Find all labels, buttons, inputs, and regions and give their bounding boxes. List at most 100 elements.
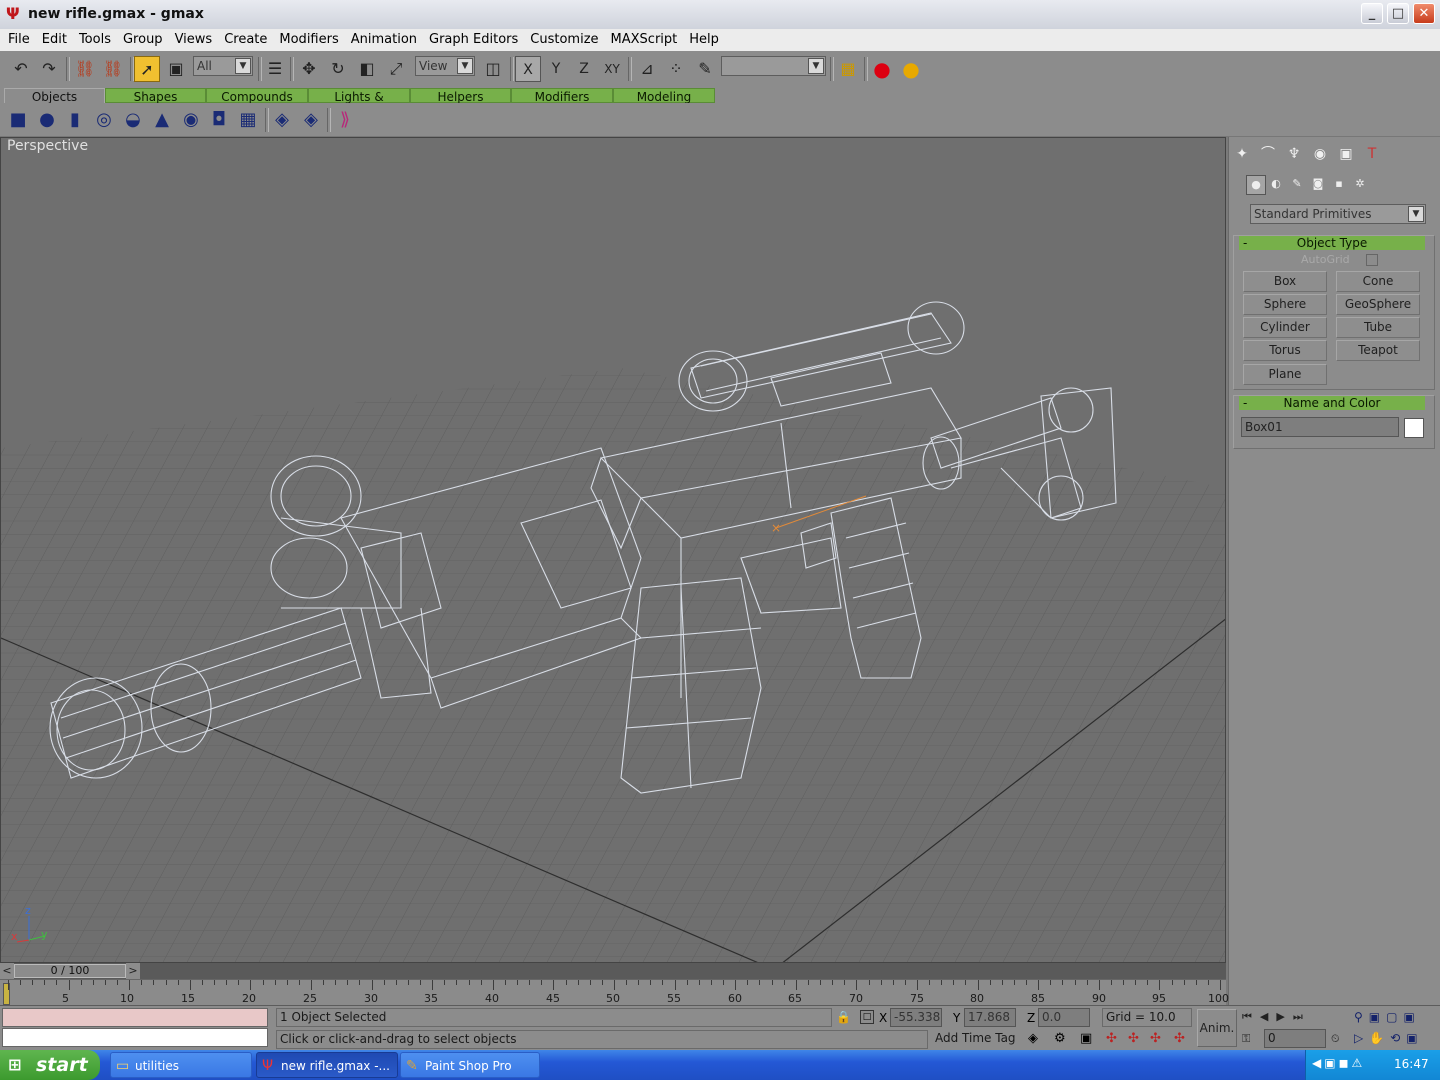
minimize-button[interactable]: _ [1361,3,1383,24]
motion-panel-icon[interactable]: ◉ [1309,143,1331,165]
material-editor-icon[interactable]: ● [869,56,895,82]
grid-helper-icon[interactable]: ◈ [271,109,293,131]
x-coordinate-field[interactable]: -55.338 [890,1008,942,1027]
undo-icon[interactable]: ↶ [8,56,34,82]
object-color-swatch[interactable] [1404,418,1424,438]
slider-prev-icon[interactable]: < [0,963,14,979]
object-type-rollout-header[interactable]: - Object Type [1239,236,1425,250]
spinner-snap-icon[interactable]: ✣ [1106,1031,1117,1046]
torus-button[interactable]: Torus [1243,340,1327,361]
teapot-icon[interactable]: ◒ [122,109,144,131]
box-button[interactable]: Box [1243,271,1327,292]
perspective-viewport[interactable]: × Perspective z y x [0,137,1226,963]
time-config-icon[interactable]: ⏲ [1331,1032,1340,1046]
create-panel-icon[interactable]: ✦ [1231,143,1253,165]
current-frame-field[interactable]: 0 [1264,1029,1326,1048]
track-bar[interactable]: 5 10 15 20 25 30 35 40 45 50 55 60 65 70… [0,979,1229,1006]
select-object-icon[interactable]: ➚ [134,56,160,82]
space-warps-icon[interactable]: ✲ [1351,175,1369,193]
plane-icon[interactable]: ▦ [237,109,259,131]
geosphere-button[interactable]: GeoSphere [1336,294,1420,315]
sphere-icon[interactable]: ● [36,109,58,131]
dummy-helper-icon[interactable]: ◈ [300,109,322,131]
degrade-override-icon[interactable]: ✣ [1174,1031,1185,1046]
percent-snap-icon[interactable]: ▣ [1080,1031,1092,1046]
array-icon[interactable]: ⁘ [663,56,689,82]
gmax-icon[interactable]: Ψ [6,5,22,23]
playback-controls[interactable]: ⏮◀▶⏭ [1242,1010,1311,1024]
slider-next-icon[interactable]: > [126,963,140,979]
restrict-y-button[interactable]: Y [543,56,569,82]
tab-helpers[interactable]: Helpers [410,88,511,104]
name-color-rollout-header[interactable]: - Name and Color [1239,396,1425,410]
category-dropdown[interactable]: Standard Primitives ▼ [1250,204,1426,224]
restrict-xy-button[interactable]: XY [599,56,625,82]
named-selection-dropdown[interactable]: ▼ [721,56,826,76]
cone-button[interactable]: Cone [1336,271,1420,292]
tube-button[interactable]: Tube [1336,317,1420,338]
align-icon[interactable]: ✎ [692,56,718,82]
manipulate-icon[interactable]: ⤢ [383,56,409,82]
add-time-tag-button[interactable]: Add Time Tag [932,1030,1022,1049]
menu-animation[interactable]: Animation [345,30,423,50]
scale-icon[interactable]: ◧ [354,56,380,82]
cone-icon[interactable]: ▲ [151,109,173,131]
unlink-icon[interactable]: ⛓ [100,56,126,82]
object-name-field[interactable]: Box01 [1241,417,1399,437]
start-button[interactable]: ⊞ start [0,1050,100,1080]
viewport-navigation-controls[interactable]: ⚲▣▢▣ [1354,1010,1421,1024]
geosphere-icon[interactable]: ◉ [180,109,202,131]
rotate-icon[interactable]: ↻ [325,56,351,82]
select-by-name-icon[interactable]: ☰ [262,56,288,82]
menu-modifiers[interactable]: Modifiers [273,30,344,50]
box-icon[interactable]: ■ [7,109,29,131]
select-and-link-icon[interactable]: ⛓ [72,56,98,82]
z-coordinate-field[interactable]: 0.0 [1038,1008,1090,1027]
tray-icons[interactable]: ◀▣◼⚠ [1312,1056,1365,1070]
redo-icon[interactable]: ↷ [36,56,62,82]
mirror-snap-icon[interactable]: ✣ [1150,1031,1161,1046]
menu-maxscript[interactable]: MAXScript [605,30,684,50]
edit-named-sel-icon[interactable]: ✣ [1128,1031,1139,1046]
menu-customize[interactable]: Customize [524,30,604,50]
tube-icon[interactable]: ◘ [208,109,230,131]
menu-help[interactable]: Help [683,30,725,50]
tab-modifiers[interactable]: Modifiers [511,88,613,104]
lights-icon[interactable]: ✎ [1288,175,1306,193]
tab-shapes[interactable]: Shapes [105,88,206,104]
lock-icon[interactable]: 🔒 [836,1010,851,1024]
cameras-icon[interactable]: ◙ [1309,175,1327,193]
angle-snap-icon[interactable]: ⚙ [1054,1031,1066,1046]
move-icon[interactable]: ✥ [296,56,322,82]
menu-file[interactable]: File [2,30,36,50]
menu-edit[interactable]: Edit [36,30,73,50]
selection-filter-dropdown[interactable]: All ▼ [193,56,253,76]
task-paint-shop-pro[interactable]: ✎ Paint Shop Pro [400,1052,540,1078]
menu-tools[interactable]: Tools [73,30,117,50]
teapot-button[interactable]: Teapot [1336,340,1420,361]
schematic-view-icon[interactable]: ▦ [835,56,861,82]
viewport-navigation-controls-2[interactable]: ▷✋⟲▣ [1354,1031,1424,1045]
y-coordinate-field[interactable]: 17.868 [964,1008,1016,1027]
sphere-button[interactable]: Sphere [1243,294,1327,315]
reference-coordinate-dropdown[interactable]: View ▼ [415,56,475,76]
absolute-mode-icon[interactable]: □ [860,1010,874,1024]
close-button[interactable]: ✕ [1413,3,1435,24]
menu-views[interactable]: Views [169,30,219,50]
shapes-icon[interactable]: ◐ [1267,175,1285,193]
maximize-button[interactable]: □ [1387,3,1409,24]
region-select-icon[interactable]: ▣ [163,56,189,82]
hierarchy-panel-icon[interactable]: ♆ [1283,143,1305,165]
torus-icon[interactable]: ◎ [93,109,115,131]
pivot-center-icon[interactable]: ◫ [480,56,506,82]
time-slider[interactable]: < 0 / 100 > [0,963,1226,979]
restrict-z-button[interactable]: Z [571,56,597,82]
render-icon[interactable]: ● [898,56,924,82]
tab-lights-cameras[interactable]: Lights & Cameras [308,88,410,120]
key-mode-icon[interactable]: ⚿ [1242,1032,1250,1046]
task-gmax[interactable]: Ψnew rifle.gmax -... [256,1052,398,1078]
cylinder-button[interactable]: Cylinder [1243,317,1327,338]
mirror-icon[interactable]: ⊿ [634,56,660,82]
helpers-icon[interactable]: ▪ [1330,175,1348,193]
display-panel-icon[interactable]: ▣ [1335,143,1357,165]
